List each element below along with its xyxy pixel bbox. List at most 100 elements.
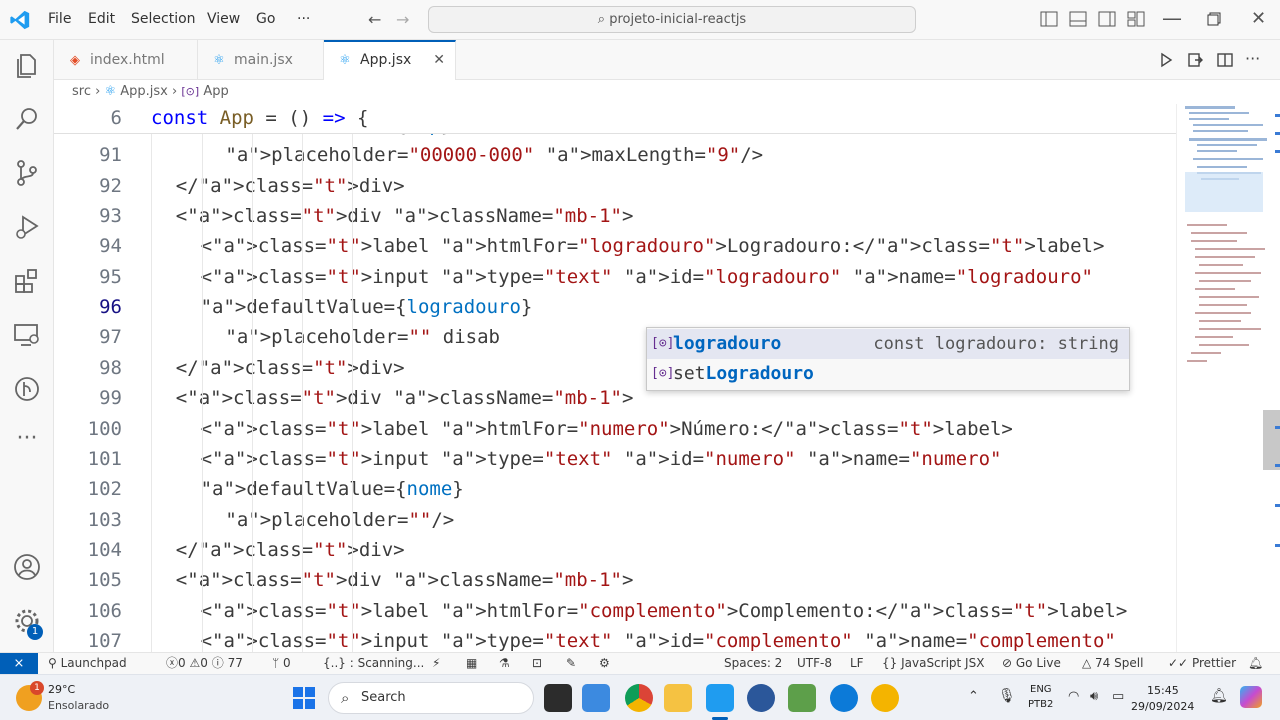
spell-icon: △ (1082, 656, 1096, 670)
indentation-item[interactable]: Spaces: 2 (724, 653, 782, 674)
remote-explorer-icon[interactable] (12, 320, 42, 350)
tab-label: main.jsx (234, 52, 293, 68)
spell-label: 74 Spell (1095, 656, 1144, 670)
edge-icon[interactable] (830, 684, 858, 712)
explorer-icon[interactable] (12, 50, 42, 80)
status-extension-icon[interactable]: ⚡ (432, 653, 440, 674)
language-mode-item[interactable]: {} JavaScript JSX (882, 653, 984, 674)
encoding-item[interactable]: UTF-8 (797, 653, 832, 674)
microphone-icon[interactable]: 🎙︎ (998, 688, 1016, 704)
app-icon[interactable] (871, 684, 899, 712)
prettier-label: Prettier (1191, 656, 1237, 670)
tab-app-jsx[interactable]: ⚛ App.jsx ✕ (324, 40, 456, 80)
split-editor-icon[interactable] (1217, 52, 1233, 68)
search-sidebar-icon[interactable] (12, 104, 42, 134)
toggle-panel-icon[interactable] (1069, 10, 1087, 28)
input-layout[interactable]: PTB2 (1028, 699, 1053, 710)
remote-indicator-icon[interactable]: ⨯ (0, 653, 38, 674)
restore-icon[interactable] (1207, 12, 1221, 26)
line-number: 106 (87, 599, 122, 622)
menu-file[interactable]: File (48, 11, 71, 27)
suggestion-item[interactable]: [⊙] setLogradouro (647, 359, 1129, 389)
breadcrumb-file[interactable]: App.jsx (120, 84, 168, 99)
go-live-item[interactable]: ⊘ Go Live (1002, 653, 1061, 674)
copilot-icon[interactable] (1240, 686, 1262, 708)
status-extension-icon[interactable]: ⚙ (599, 653, 610, 674)
close-window-icon[interactable]: ✕ (1251, 8, 1266, 29)
sticky-scroll[interactable]: 6 const App = () => { (54, 104, 1176, 134)
file-explorer-icon[interactable] (664, 684, 692, 712)
breadcrumb-symbol[interactable]: App (203, 84, 228, 99)
weather-desc[interactable]: Ensolarado (48, 699, 109, 712)
code-line: <"a">class="t">label "a">htmlFor="numero… (200, 417, 1013, 440)
chrome-icon[interactable] (625, 684, 653, 712)
spell-item[interactable]: △ 74 Spell (1082, 653, 1143, 674)
status-extension-icon[interactable]: ⚗ (499, 653, 510, 674)
word-icon[interactable] (747, 684, 775, 712)
breadcrumb-src[interactable]: src (72, 84, 91, 99)
customize-layout-icon[interactable] (1127, 10, 1145, 28)
line-number: 94 (99, 235, 122, 258)
menu-go[interactable]: Go (256, 11, 275, 27)
line-number: 91 (99, 144, 122, 167)
menu-more[interactable]: ··· (297, 11, 310, 27)
source-control-icon[interactable] (12, 158, 42, 188)
volume-icon[interactable]: 🔊︎ (1090, 689, 1098, 704)
minimap[interactable] (1176, 104, 1280, 652)
breadcrumb-separator: › (172, 84, 178, 99)
ports-item[interactable]: ᛘ 0 (272, 653, 291, 674)
close-tab-icon[interactable]: ✕ (433, 42, 445, 78)
run-debug-icon[interactable] (12, 212, 42, 242)
menu-view[interactable]: View (207, 11, 240, 27)
show-hidden-icons[interactable]: ⌃ (968, 689, 979, 704)
line-number: 98 (99, 356, 122, 379)
problems-item[interactable]: ⓧ0 ⚠0 ⓘ 77 (166, 653, 243, 674)
wifi-icon[interactable]: ◠ (1068, 689, 1079, 704)
language-label: JavaScript JSX (901, 656, 985, 670)
status-extension-icon[interactable]: ✎ (566, 653, 576, 674)
status-extension-icon[interactable]: ⊡ (532, 653, 542, 674)
forward-arrow-icon[interactable]: → (396, 10, 409, 29)
toggle-secondary-sidebar-icon[interactable] (1098, 10, 1116, 28)
settings-update-badge: 1 (27, 624, 43, 640)
notepad-icon[interactable] (788, 684, 816, 712)
clock-date[interactable]: 29/09/2024 (1131, 700, 1194, 713)
prettier-item[interactable]: ✓✓ Prettier (1168, 653, 1236, 674)
tab-main-jsx[interactable]: ⚛ main.jsx (198, 40, 324, 80)
search-icon: ⌕ (341, 689, 350, 707)
windows-start-icon[interactable] (290, 684, 318, 712)
suggest-widget[interactable]: [⊙] logradouro const logradouro: string [⊙… (646, 327, 1130, 391)
notifications-bell-icon[interactable]: 🔔︎ (1248, 653, 1263, 674)
menu-edit[interactable]: Edit (88, 11, 115, 27)
suggestion-item[interactable]: [⊙] logradouro const logradouro: string (647, 329, 1129, 359)
launchpad-item[interactable]: ⚲ Launchpad (48, 653, 127, 674)
vscode-taskbar-icon[interactable] (706, 684, 734, 712)
task-view-icon[interactable] (544, 684, 572, 712)
command-center-search[interactable]: ⌕ projeto-inicial-reactjs (428, 6, 916, 33)
run-file-icon[interactable] (1158, 52, 1174, 68)
battery-icon[interactable]: ▭ (1112, 689, 1124, 704)
suggestion-detail: const logradouro: string (873, 334, 1119, 354)
back-arrow-icon[interactable]: ← (368, 10, 381, 29)
accounts-icon[interactable] (12, 552, 42, 582)
tab-label: App.jsx (360, 52, 412, 68)
notification-center-icon[interactable]: 🔔︎ (1210, 688, 1228, 704)
eol-item[interactable]: LF (850, 653, 864, 674)
input-language[interactable]: ENG (1030, 684, 1052, 695)
minimize-icon[interactable]: — (1162, 6, 1182, 30)
suggestion-label: Logradouro (705, 363, 814, 384)
git-graph-icon[interactable] (12, 374, 42, 404)
open-changes-icon[interactable] (1187, 52, 1203, 68)
clock-time[interactable]: 15:45 (1147, 684, 1179, 697)
store-icon[interactable] (582, 684, 610, 712)
menu-selection[interactable]: Selection (131, 11, 196, 27)
go-live-label: Go Live (1015, 656, 1061, 670)
weather-temp[interactable]: 29°C (48, 683, 75, 696)
more-actions-icon[interactable]: ··· (1245, 49, 1260, 68)
extensions-icon[interactable] (12, 266, 42, 296)
toggle-primary-sidebar-icon[interactable] (1040, 10, 1058, 28)
taskbar-search[interactable]: ⌕ Search (328, 682, 534, 714)
tab-index-html[interactable]: ◈ index.html (54, 40, 198, 80)
status-extension-icon[interactable]: ▦ (466, 653, 477, 674)
more-views-icon[interactable]: ··· (12, 426, 42, 456)
